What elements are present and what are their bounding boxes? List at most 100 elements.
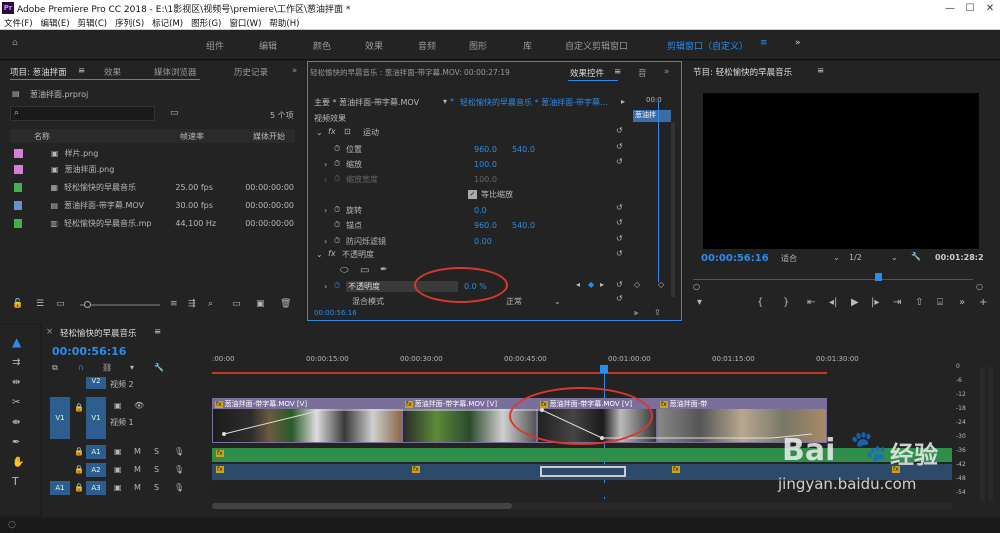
more-controls-icon[interactable]: »	[959, 297, 965, 308]
param-value[interactable]: 100.0	[474, 160, 512, 169]
mute-button[interactable]: M	[134, 465, 141, 474]
panel-menu-icon[interactable]: ≡	[817, 66, 824, 76]
master-clip-label[interactable]: 主要 * 葱油拌面-带字幕.MOV	[314, 97, 419, 108]
mute-button[interactable]: M	[134, 483, 141, 492]
slip-tool-icon[interactable]: ⇼	[12, 417, 20, 428]
selection-tool-icon[interactable]: ▲	[12, 335, 21, 349]
workspace-menu-icon[interactable]: ≡	[760, 38, 768, 48]
workspace-custom-edit[interactable]: 自定义剪辑窗口	[565, 39, 628, 52]
wrench-icon[interactable]: 🔧	[911, 252, 921, 261]
film-icon[interactable]: ▣	[114, 465, 122, 474]
time-ruler[interactable]: :00:00 00:00:15:00 00:00:30:00 00:00:45:…	[212, 351, 952, 371]
list-view-icon[interactable]: ☰	[36, 299, 44, 309]
tab-effects[interactable]: 效果	[104, 66, 121, 78]
source-patch-v1[interactable]: V1	[50, 397, 70, 439]
stopwatch-icon[interactable]: ⏱	[334, 236, 346, 246]
resolution-select[interactable]: 1/2	[849, 253, 862, 262]
film-icon[interactable]: ▣	[114, 483, 122, 492]
filter-icon[interactable]: ⫸	[634, 308, 639, 318]
expand-arrow-icon[interactable]: ›	[312, 237, 334, 246]
menu-help[interactable]: 帮助(H)	[265, 17, 303, 29]
track-target-v1[interactable]: V1	[86, 397, 106, 439]
column-framerate[interactable]: 帧速率	[180, 131, 204, 142]
lock-track-icon[interactable]: 🔒	[74, 465, 84, 474]
timeline-timecode[interactable]: 00:00:56:16	[52, 345, 126, 358]
track-select-tool-icon[interactable]: ⇉	[12, 357, 20, 368]
export-frame-icon[interactable]: ⌸	[937, 297, 943, 308]
workspace-edit-window-custom[interactable]: 剪辑窗口（自定义）	[667, 39, 748, 52]
stopwatch-icon[interactable]: ⏱	[334, 220, 346, 230]
play-button-icon[interactable]: ▶	[851, 297, 859, 308]
more-panels-icon[interactable]: »	[292, 66, 297, 76]
nest-icon[interactable]: ⧉	[52, 363, 58, 373]
track-target-v2[interactable]: V2	[86, 377, 106, 389]
film-icon[interactable]: ▣	[114, 401, 122, 410]
reset-icon[interactable]: ↺	[616, 126, 623, 135]
home-icon[interactable]: ⌂	[12, 38, 18, 48]
new-bin-icon[interactable]: ▭	[232, 299, 241, 309]
param-value-x[interactable]: 960.0	[474, 145, 512, 154]
menu-graphics[interactable]: 图形(G)	[187, 17, 225, 29]
sort-icon[interactable]: ≡	[170, 299, 178, 309]
track-target-a1[interactable]: A1	[86, 445, 106, 459]
vertical-scrollbar[interactable]	[671, 122, 675, 297]
reset-icon[interactable]: ↺	[616, 234, 623, 243]
go-to-out-icon[interactable]: ⇥	[893, 297, 901, 308]
timeline-scrollbar[interactable]	[212, 503, 952, 509]
mark-out-icon[interactable]: }	[783, 297, 789, 308]
add-marker-icon[interactable]: ▾	[697, 297, 702, 308]
lock-track-icon[interactable]: 🔒	[74, 447, 84, 456]
source-patch-a1[interactable]: A1	[50, 481, 70, 495]
lock-track-icon[interactable]: 🔒	[74, 403, 84, 412]
reset-icon[interactable]: ↺	[616, 294, 623, 303]
list-item[interactable]: ▣ 样片.png	[14, 146, 294, 160]
expand-arrow-icon[interactable]: ›	[312, 160, 334, 169]
play-icon[interactable]: ▸	[621, 97, 625, 106]
lift-icon[interactable]: ⇧	[915, 297, 923, 308]
mic-icon[interactable]: 🎙	[174, 483, 184, 492]
more-panels-icon[interactable]: »	[664, 67, 669, 77]
linked-selection-icon[interactable]: ⛓	[102, 363, 112, 372]
mute-button[interactable]: M	[134, 447, 141, 456]
workspace-effects[interactable]: 效果	[365, 39, 383, 52]
reset-icon[interactable]: ↺	[616, 280, 623, 289]
tab-audio[interactable]: 音	[638, 67, 647, 79]
menu-marker[interactable]: 标记(M)	[148, 17, 187, 29]
more-workspaces-icon[interactable]: »	[795, 38, 801, 48]
menu-clip[interactable]: 剪辑(C)	[74, 17, 112, 29]
sequence-clip-label[interactable]: *	[450, 97, 454, 106]
expand-arrow-icon[interactable]: ›	[312, 282, 334, 291]
menu-file[interactable]: 文件(F)	[0, 17, 37, 29]
column-name[interactable]: 名称	[34, 131, 50, 142]
solo-button[interactable]: S	[154, 465, 159, 474]
dropdown-arrow-icon[interactable]: ⌄	[833, 253, 840, 262]
panel-menu-icon[interactable]: ≡	[154, 327, 161, 337]
close-tab-icon[interactable]: ×	[46, 327, 53, 337]
workspace-editing[interactable]: 编辑	[259, 39, 277, 52]
pen-mask-icon[interactable]: ✒	[380, 265, 388, 275]
solo-button[interactable]: S	[154, 447, 159, 456]
lock-icon[interactable]: 🔓	[12, 299, 23, 309]
expand-arrow-icon[interactable]: ›	[312, 206, 334, 215]
fx-icon[interactable]: fx	[328, 127, 336, 136]
prev-keyframe-icon[interactable]: ◂	[576, 280, 580, 289]
fit-select[interactable]: 适合	[781, 253, 797, 264]
stopwatch-icon[interactable]: ⏱	[334, 159, 346, 169]
dropdown-arrow-icon[interactable]: ⌄	[891, 253, 898, 262]
mic-icon[interactable]: 🎙	[174, 465, 184, 474]
film-icon[interactable]: ▣	[114, 447, 122, 456]
tab-project[interactable]: 项目: 葱油拌面	[10, 66, 67, 78]
maximize-button[interactable]: ☐	[960, 0, 980, 16]
mic-icon[interactable]: 🎙	[174, 447, 184, 456]
program-scrubber[interactable]	[693, 279, 973, 280]
dropdown-arrow-icon[interactable]: ⌄	[554, 297, 561, 306]
param-value-y[interactable]: 540.0	[512, 145, 535, 154]
reset-icon[interactable]: ↺	[616, 203, 623, 212]
dropdown-arrow-icon[interactable]: ▾	[443, 97, 447, 106]
ellipse-mask-icon[interactable]: ⬭	[340, 265, 349, 276]
expand-arrow-icon[interactable]: ›	[312, 175, 334, 184]
workspace-graphics[interactable]: 图形	[469, 39, 487, 52]
panel-menu-icon[interactable]: ≡	[614, 67, 621, 77]
reset-icon[interactable]: ↺	[616, 142, 623, 151]
minimize-button[interactable]: —	[940, 0, 960, 16]
